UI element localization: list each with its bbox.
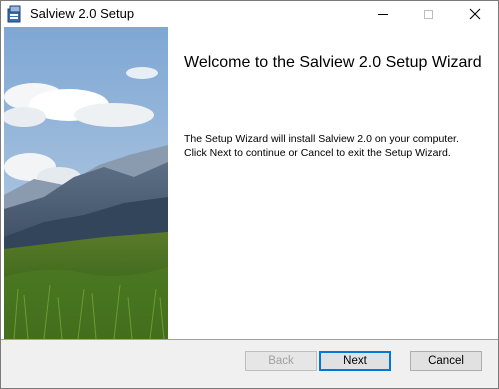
- wizard-content: Welcome to the Salview 2.0 Setup Wizard …: [1, 27, 498, 339]
- button-area-divider: [1, 339, 498, 340]
- back-button: Back: [245, 351, 317, 371]
- wizard-heading: Welcome to the Salview 2.0 Setup Wizard: [184, 54, 482, 71]
- close-button[interactable]: [452, 1, 498, 27]
- setup-window: Salview 2.0 Setup Welcome to the Salview…: [0, 0, 499, 389]
- minimize-icon: [378, 13, 388, 15]
- description-line-2: Click Next to continue or Cancel to exit…: [184, 147, 451, 159]
- next-button[interactable]: Next: [319, 351, 391, 371]
- wizard-banner-image: [4, 27, 168, 339]
- description-line-1: The Setup Wizard will install Salview 2.…: [184, 133, 459, 145]
- minimize-button[interactable]: [360, 1, 406, 27]
- maximize-icon: [423, 9, 433, 19]
- close-icon: [469, 8, 481, 20]
- window-title: Salview 2.0 Setup: [30, 6, 135, 21]
- maximize-button: [405, 1, 451, 27]
- title-bar[interactable]: Salview 2.0 Setup: [1, 1, 498, 27]
- wizard-description: The Setup Wizard will install Salview 2.…: [184, 132, 484, 160]
- cancel-button[interactable]: Cancel: [410, 351, 482, 371]
- installer-app-icon: [7, 5, 21, 23]
